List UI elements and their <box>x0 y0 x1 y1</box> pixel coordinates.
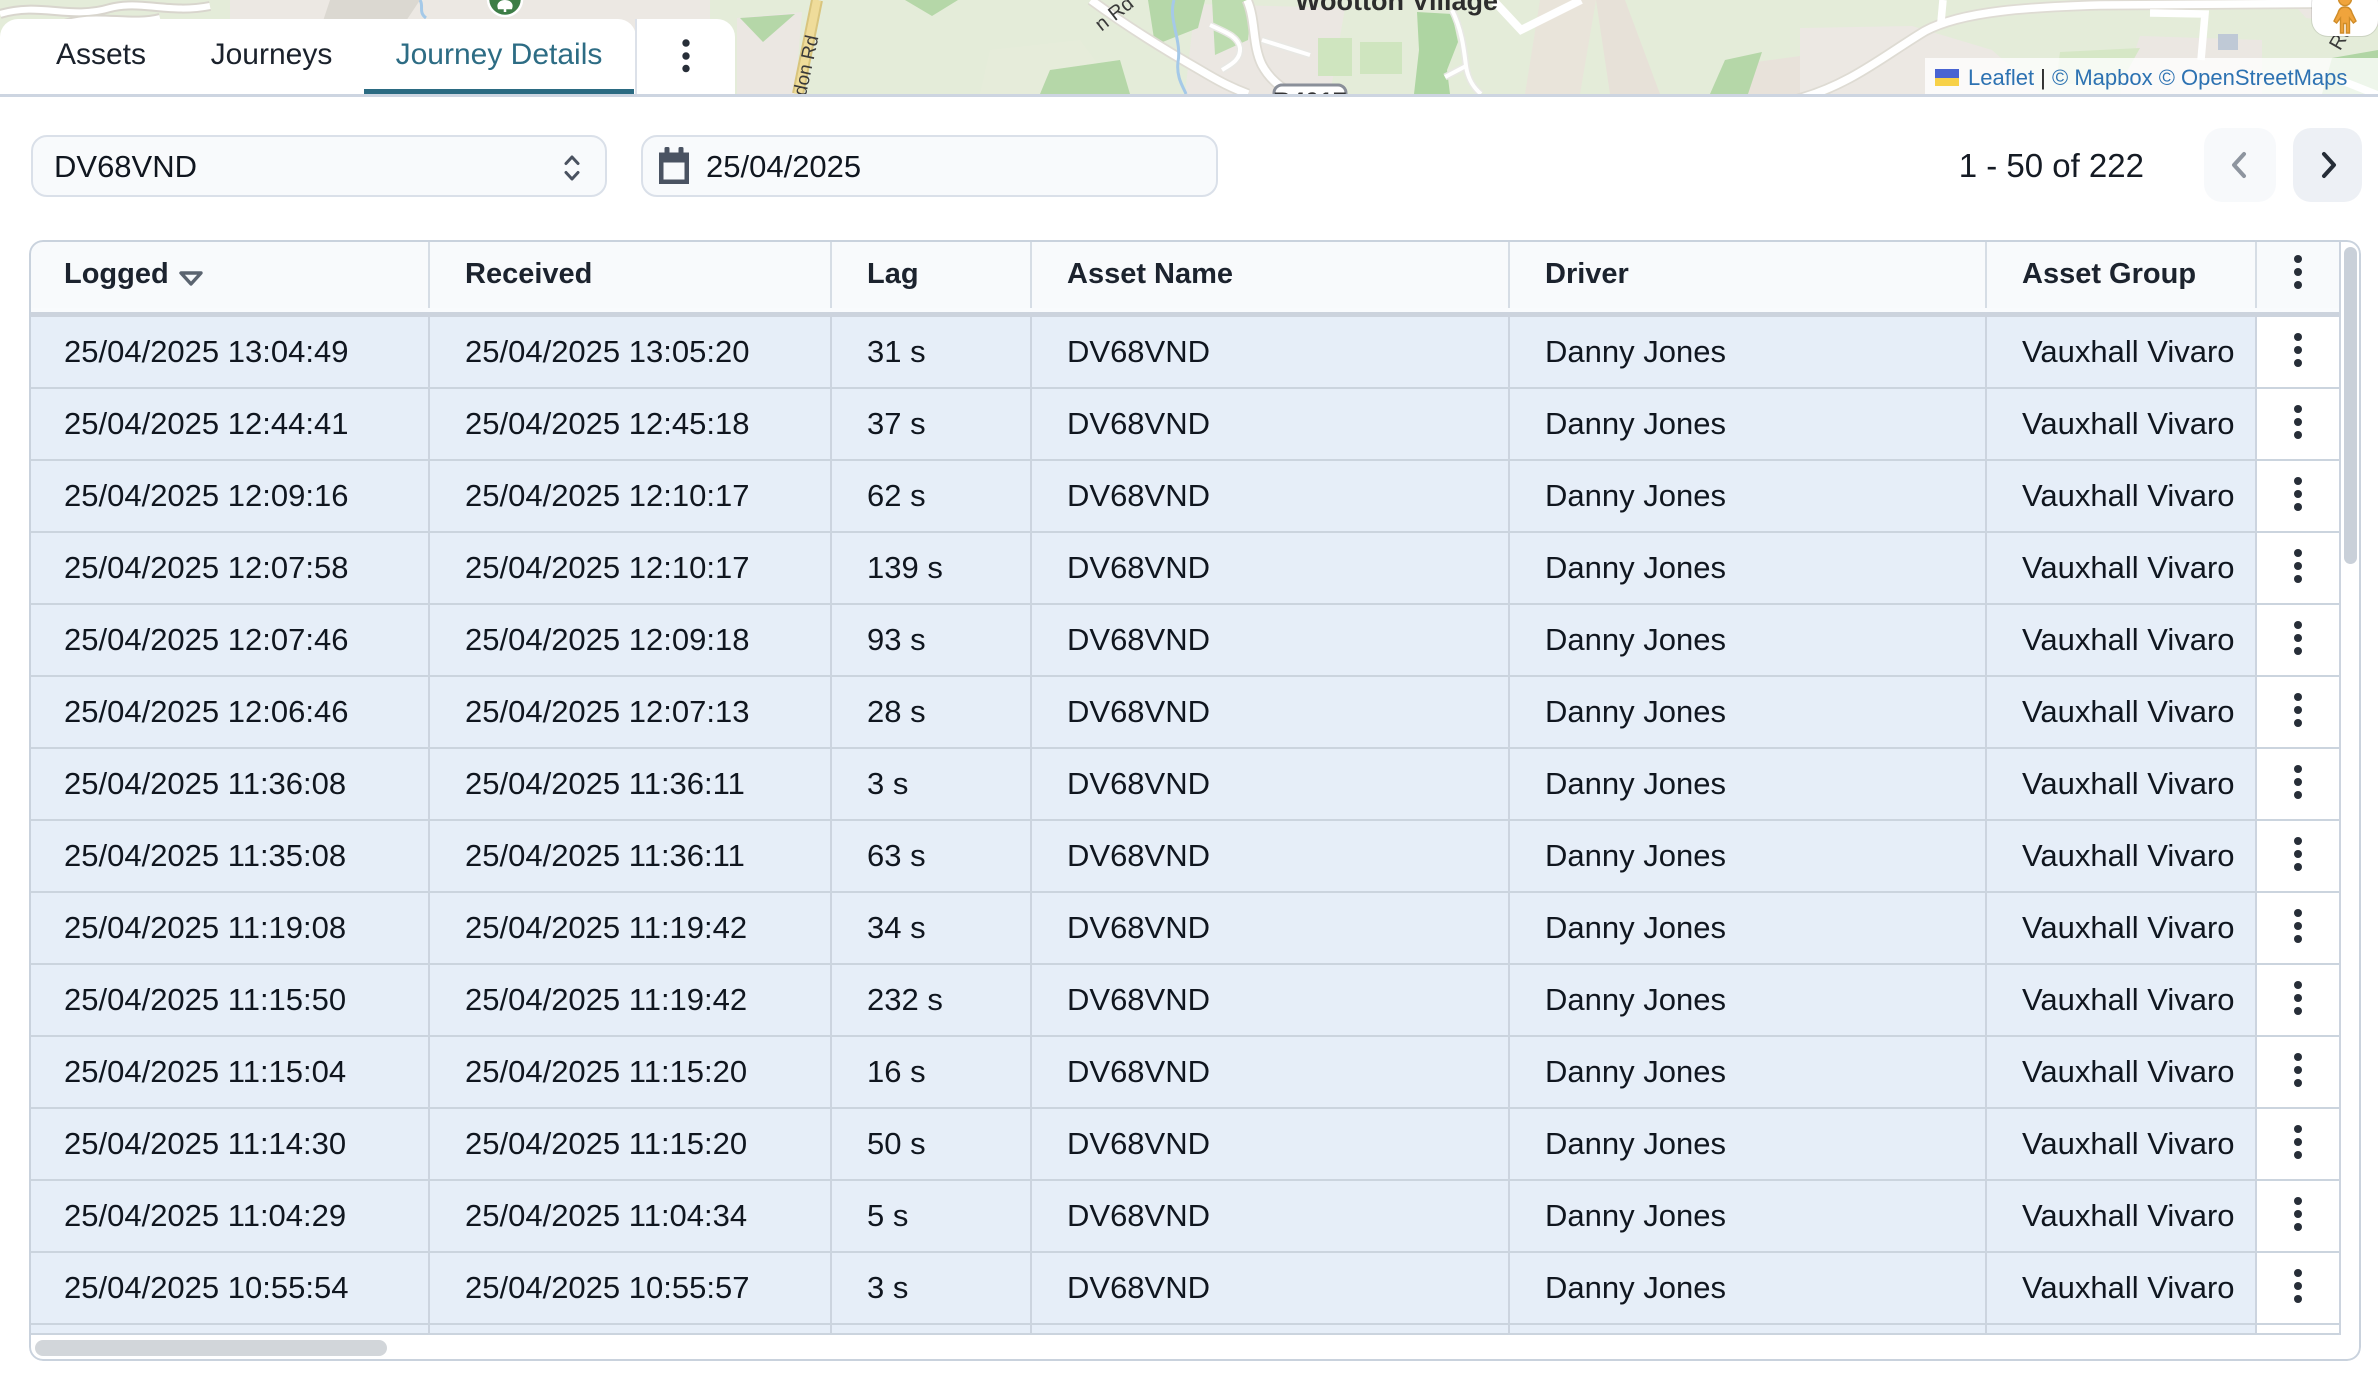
svg-text:B4017: B4017 <box>1273 88 1347 94</box>
svg-text:Wootton Village: Wootton Village <box>1295 0 1498 16</box>
